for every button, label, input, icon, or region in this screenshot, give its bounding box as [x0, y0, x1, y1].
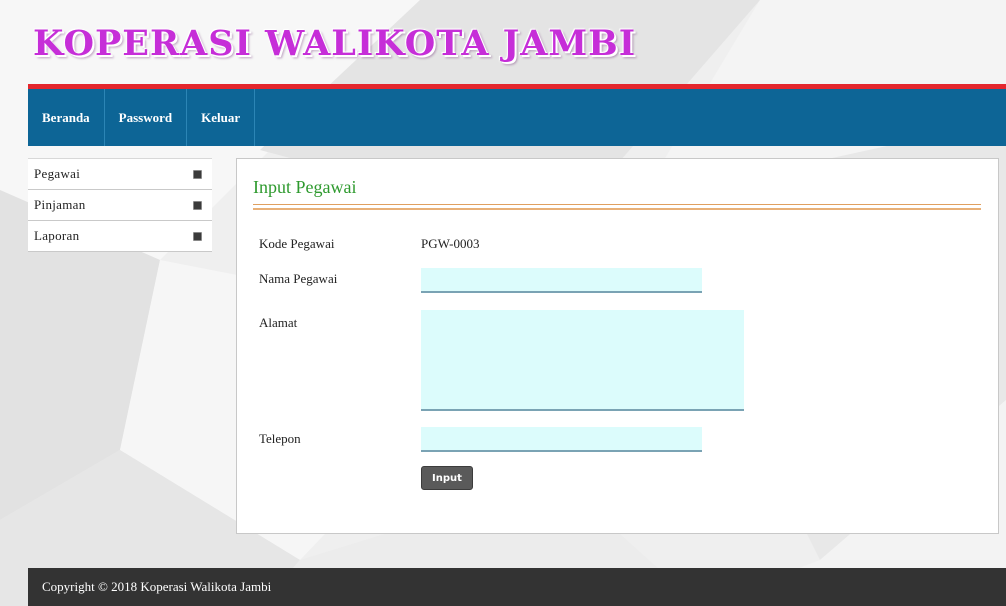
- sidebar-item-laporan[interactable]: Laporan: [28, 221, 212, 252]
- nav-keluar[interactable]: Keluar: [187, 89, 256, 146]
- sidebar-menu: Pegawai Pinjaman Laporan: [28, 158, 212, 252]
- nama-pegawai-input[interactable]: [421, 268, 702, 293]
- sidebar-item-label: Pegawai: [34, 166, 81, 181]
- nav-password[interactable]: Password: [105, 89, 188, 146]
- bullet-icon: [193, 231, 202, 241]
- bullet-icon: [193, 200, 202, 210]
- form-panel: Input Pegawai Kode Pegawai PGW-0003 Nama…: [236, 158, 999, 534]
- sidebar-item-label: Laporan: [34, 228, 80, 243]
- telepon-label: Telepon: [259, 431, 301, 446]
- alamat-label: Alamat: [259, 315, 298, 330]
- nav-beranda[interactable]: Beranda: [28, 89, 105, 146]
- sidebar-item-label: Pinjaman: [34, 197, 86, 212]
- site-title: KOPERASI WALIKOTA JAMBI: [33, 23, 637, 64]
- footer: Copyright © 2018 Koperasi Walikota Jambi: [28, 568, 1006, 606]
- input-submit-button[interactable]: Input: [421, 466, 473, 490]
- sidebar-item-pinjaman[interactable]: Pinjaman: [28, 190, 212, 221]
- kode-pegawai-label: Kode Pegawai: [259, 236, 335, 251]
- copyright-text: Copyright © 2018 Koperasi Walikota Jambi: [42, 579, 272, 594]
- nama-pegawai-label: Nama Pegawai: [259, 271, 338, 286]
- page-title: Input Pegawai: [253, 177, 357, 197]
- title-divider: [253, 208, 981, 210]
- telepon-input[interactable]: [421, 427, 702, 452]
- kode-pegawai-value: PGW-0003: [421, 236, 480, 251]
- alamat-textarea[interactable]: [421, 310, 744, 411]
- title-divider: [253, 204, 981, 205]
- top-navigation: Beranda Password Keluar: [28, 89, 1006, 146]
- bullet-icon: [193, 169, 202, 179]
- sidebar-item-pegawai[interactable]: Pegawai: [28, 158, 212, 190]
